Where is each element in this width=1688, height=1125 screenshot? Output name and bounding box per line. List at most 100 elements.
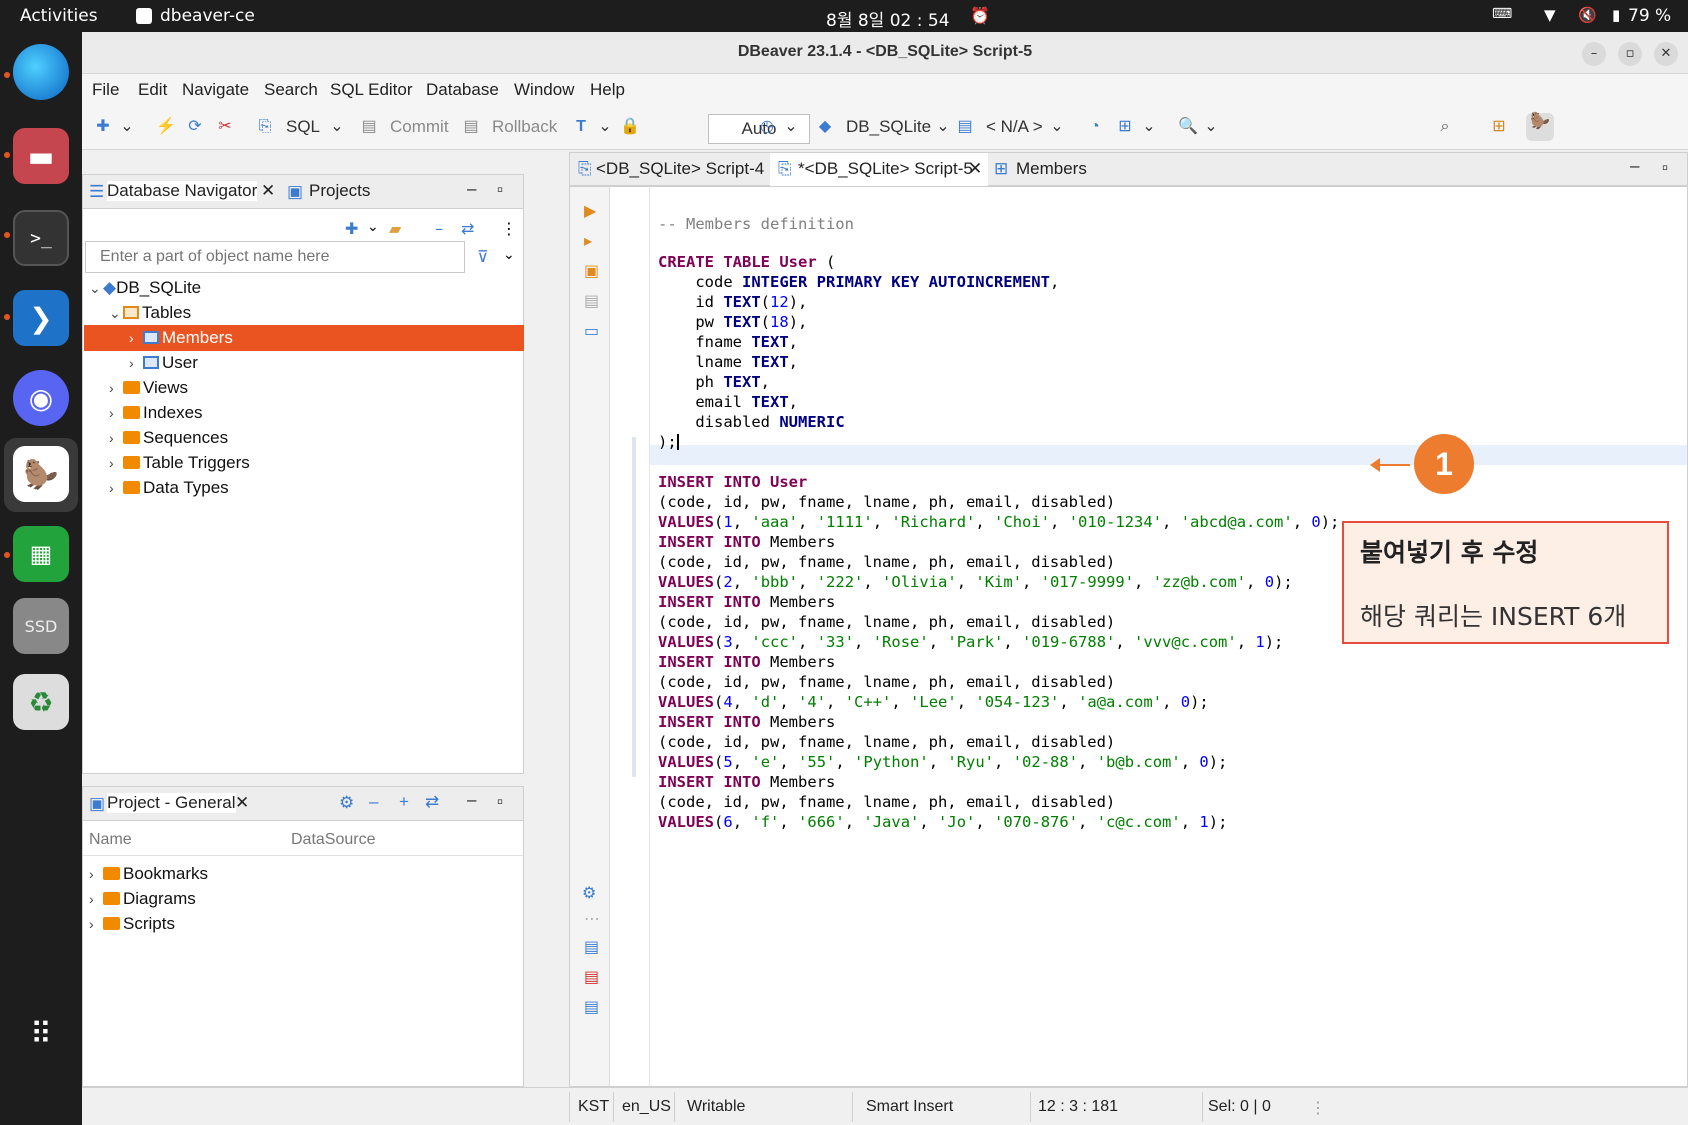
column-header-datasource[interactable]: DataSource	[291, 831, 376, 849]
link-editor-icon[interactable]: ⇄	[425, 792, 439, 812]
more-options-icon[interactable]: ⋮	[501, 219, 517, 238]
menu-edit[interactable]: Edit	[138, 80, 167, 100]
keyboard-icon[interactable]: ⌨	[1492, 6, 1512, 22]
menu-sql-editor[interactable]: SQL Editor	[330, 80, 413, 100]
reconnect-icon[interactable]: ⟳	[186, 118, 204, 136]
navigator-filter-input[interactable]	[85, 241, 465, 273]
rollback-icon[interactable]: ▤	[462, 118, 480, 136]
chevron-right-icon[interactable]: ›	[129, 350, 143, 376]
new-folder-icon[interactable]: ▰	[389, 219, 401, 238]
chevron-right-icon[interactable]: ›	[89, 886, 103, 912]
files-icon[interactable]: ▬	[13, 128, 69, 184]
filter-icon[interactable]: ⊽	[477, 247, 489, 266]
connect-icon[interactable]: ⚡	[156, 118, 176, 136]
minimize-icon[interactable]: –	[1582, 42, 1606, 66]
maximize-icon[interactable]: ▫	[1618, 42, 1642, 66]
chevron-down-icon[interactable]: ⌄	[782, 118, 800, 136]
menu-help[interactable]: Help	[590, 80, 625, 100]
chevron-right-icon[interactable]: ›	[109, 450, 123, 476]
perspective-icon[interactable]: ⊞	[1490, 118, 1508, 136]
lock-icon[interactable]: 🔒	[620, 118, 640, 136]
tree-node-members-selected[interactable]: › Members	[84, 325, 524, 351]
tree-node-table-triggers[interactable]: › Table Triggers	[109, 450, 250, 476]
sql-button[interactable]: SQL	[286, 117, 320, 137]
trash-icon[interactable]: ♻	[13, 674, 69, 730]
chevron-down-icon[interactable]: ⌄	[109, 300, 123, 326]
active-connection-selector[interactable]: DB_SQLite	[846, 117, 931, 137]
execute-script-icon[interactable]: ▸	[584, 231, 592, 250]
dbeaver-icon[interactable]: 🦫	[13, 446, 69, 502]
tab-members[interactable]: Members	[1016, 159, 1087, 179]
tree-node-data-types[interactable]: › Data Types	[109, 475, 229, 501]
console-icon[interactable]: ▭	[584, 321, 599, 340]
active-schema-selector[interactable]: < N/A >	[986, 117, 1043, 137]
window-titlebar[interactable]: DBeaver 23.1.4 - <DB_SQLite> Script-5 – …	[82, 32, 1688, 74]
volume-muted-icon[interactable]: 🔇	[1578, 6, 1597, 24]
link-editor-icon[interactable]: ⇄	[461, 219, 474, 238]
search-icon[interactable]: ⌕	[1436, 118, 1454, 136]
collapse-icon[interactable]: –	[369, 792, 378, 812]
menu-database[interactable]: Database	[426, 80, 499, 100]
rollback-button[interactable]: Rollback	[492, 117, 557, 137]
tree-node-views[interactable]: › Views	[109, 375, 188, 401]
project-item-scripts[interactable]: › Scripts	[89, 911, 175, 937]
minimize-panel-icon[interactable]: –	[467, 790, 476, 810]
tab-script-4[interactable]: <DB_SQLite> Script-4	[596, 159, 764, 179]
chevron-down-icon[interactable]: ⌄	[934, 118, 952, 136]
chevron-right-icon[interactable]: ›	[129, 325, 143, 351]
clock[interactable]: 8월 8일 02 : 54	[826, 6, 950, 31]
er-diagram-icon[interactable]: ⊞	[1116, 118, 1134, 136]
tree-node-sequences[interactable]: › Sequences	[109, 425, 228, 451]
chevron-down-icon[interactable]: ⌄	[1048, 118, 1066, 136]
activities-button[interactable]: Activities	[20, 6, 98, 26]
chevron-right-icon[interactable]: ›	[109, 425, 123, 451]
gear-icon[interactable]: ⚙	[339, 793, 354, 813]
maximize-panel-icon[interactable]: ▫	[1662, 158, 1668, 178]
project-item-bookmarks[interactable]: › Bookmarks	[89, 861, 208, 887]
menu-search[interactable]: Search	[264, 80, 318, 100]
maximize-panel-icon[interactable]: ▫	[497, 180, 503, 200]
chevron-down-icon[interactable]: ⌄	[118, 118, 136, 136]
schema-icon[interactable]: ▤	[956, 118, 974, 136]
tree-node-indexes[interactable]: › Indexes	[109, 400, 203, 426]
chevron-right-icon[interactable]: ›	[89, 911, 103, 937]
close-icon[interactable]: ✕	[968, 159, 982, 179]
terminal-icon[interactable]: >_	[13, 210, 69, 266]
tree-node-db-sqlite[interactable]: ⌄ ◆DB_SQLite	[89, 275, 201, 301]
dashboard-icon[interactable]: ◔	[1086, 118, 1104, 136]
chevron-right-icon[interactable]: ›	[89, 861, 103, 887]
commit-icon[interactable]: ▤	[360, 118, 378, 136]
wifi-icon[interactable]: ▼	[1544, 6, 1556, 24]
show-apps-icon[interactable]: ⠿	[13, 1006, 69, 1062]
menu-navigate[interactable]: Navigate	[182, 80, 249, 100]
commit-button[interactable]: Commit	[390, 117, 449, 137]
project-item-diagrams[interactable]: › Diagrams	[89, 886, 196, 912]
vscode-icon[interactable]: ❯	[13, 290, 69, 346]
close-icon[interactable]: ✕	[261, 181, 275, 201]
chevron-right-icon[interactable]: ›	[109, 400, 123, 426]
menu-file[interactable]: File	[92, 80, 119, 100]
gear-icon[interactable]: ⚙	[582, 883, 596, 902]
app-name-label[interactable]: dbeaver-ce	[160, 6, 255, 26]
chevron-down-icon[interactable]: ⌄	[1202, 118, 1220, 136]
chevron-right-icon[interactable]: ›	[109, 375, 123, 401]
new-connection-icon[interactable]: ✚	[345, 219, 358, 238]
chevron-down-icon[interactable]: ⌄	[1140, 118, 1158, 136]
execute-new-tab-icon[interactable]: ▣	[584, 261, 599, 280]
column-header-name[interactable]: Name	[89, 831, 132, 849]
minimize-panel-icon[interactable]: –	[467, 179, 476, 199]
chevron-down-icon[interactable]: ⌄	[596, 118, 614, 136]
datasource-icon[interactable]: ◆	[816, 118, 834, 136]
menu-window[interactable]: Window	[514, 80, 574, 100]
delete-icon[interactable]: ▤	[584, 967, 599, 986]
dbeaver-perspective-icon[interactable]: 🦫	[1526, 113, 1554, 141]
chevron-down-icon[interactable]: ⌄	[89, 275, 103, 301]
tab-script-5[interactable]: *<DB_SQLite> Script-5	[798, 159, 973, 179]
close-icon[interactable]: ✕	[1654, 42, 1678, 66]
new-connection-icon[interactable]: ✚	[94, 118, 112, 136]
sql-editor-icon[interactable]: ⎘	[256, 118, 274, 136]
collapse-all-icon[interactable]: –	[435, 219, 443, 238]
maximize-panel-icon[interactable]: ▫	[497, 792, 503, 812]
tab-projects[interactable]: Projects	[309, 181, 370, 201]
discord-icon[interactable]: ◉	[13, 370, 69, 426]
